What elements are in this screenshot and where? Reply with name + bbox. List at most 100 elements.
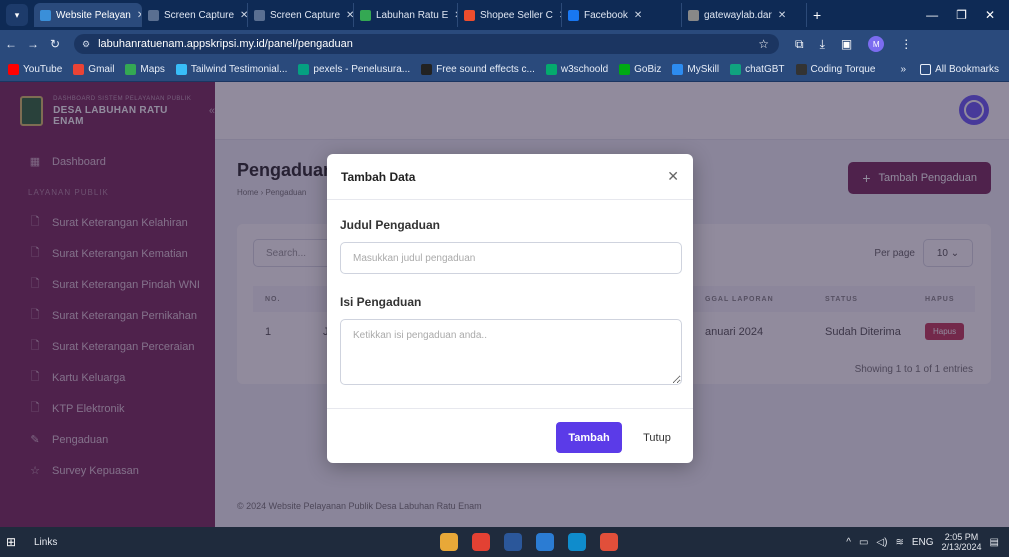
volume-icon[interactable]: ◁) [876,537,887,548]
browser-tab[interactable]: Screen Capture ✕ [142,3,248,27]
tab-title: Screen Capture [164,9,235,21]
sidepanel-icon[interactable]: ▣ [841,37,852,51]
clock-time: 2:05 PM [944,532,979,542]
back-icon[interactable]: ← [0,37,22,51]
close-icon[interactable]: ✕ [667,168,679,185]
modal-title: Tambah Data [341,169,416,184]
tab-title: Labuhan Ratu E [376,9,449,21]
bookmark-label: MySkill [687,64,720,75]
bookmark-label: pexels - Penelusura... [313,64,411,75]
taskbar-app-icon[interactable] [600,533,618,551]
tab-close-icon[interactable]: ✕ [778,10,786,21]
bookmark-item[interactable]: chatGBT [730,64,785,75]
menu-kebab-icon[interactable]: ⋮ [900,37,912,51]
minimize-icon[interactable]: — [926,8,938,22]
battery-icon[interactable]: ▭ [859,537,868,548]
bookmark-item[interactable]: GoBiz [619,64,661,75]
notification-icon[interactable]: ▤ [990,537,999,548]
cancel-button[interactable]: Tutup [637,422,677,453]
tab-favicon-icon [688,9,699,21]
extensions-icon[interactable]: ⧉ [795,37,804,52]
title-field-label: Judul Pengaduan [340,218,441,232]
bookmark-favicon-icon [672,64,684,75]
bookmark-item[interactable]: YouTube [8,64,62,75]
browser-tab[interactable]: gatewaylab.dar ✕ [682,3,807,27]
taskbar-app-icon[interactable] [504,533,522,551]
bookmark-item[interactable]: Free sound effects c... [421,64,535,75]
tab-title: gatewaylab.dar [704,9,772,21]
taskbar-app-icon[interactable] [536,533,554,551]
submit-button[interactable]: Tambah [556,422,622,453]
tab-favicon-icon [254,9,265,21]
modal-footer: Tambah Tutup [327,408,693,463]
address-bar-row: ← → ↻ ⚙ labuhanratuenam.appskripsi.my.id… [0,30,1009,58]
url-field[interactable]: ⚙ labuhanratuenam.appskripsi.my.id/panel… [74,34,779,54]
bookmark-item[interactable]: pexels - Penelusura... [298,64,410,75]
language-indicator[interactable]: ENG [912,537,934,548]
bookmark-favicon-icon [795,64,807,75]
bookmark-favicon-icon [175,64,187,75]
bookmark-item[interactable]: Maps [125,64,165,75]
bookmark-label: Maps [140,64,165,75]
bookmark-favicon-icon [545,64,557,75]
bookmark-label: Tailwind Testimonial... [190,64,288,75]
browser-tab[interactable]: Shopee Seller C✕ [458,3,562,27]
tab-favicon-icon [40,9,51,21]
tab-favicon-icon [148,9,159,21]
links-toolbar[interactable]: Links [34,537,57,548]
new-tab-button[interactable]: + [813,7,821,23]
bookmarks-bar: YouTube Gmail Maps Tailwind Testimonial... p… [0,58,1009,82]
bookmark-label: GoBiz [634,64,662,75]
tray-chevron-icon[interactable]: ^ [846,537,851,548]
download-icon[interactable]: ⤓ [820,37,825,52]
all-bookmarks-button[interactable]: All Bookmarks [920,64,999,75]
tab-close-icon[interactable]: ✕ [240,10,247,21]
bookmark-item[interactable]: Coding Torque [795,64,876,75]
taskbar-app-icon[interactable] [440,533,458,551]
tab-close-icon[interactable]: ✕ [634,10,642,21]
site-info-icon[interactable]: ⚙ [82,39,90,50]
bookmark-star-icon[interactable]: ☆ [758,37,769,51]
bookmark-label: YouTube [23,64,63,75]
complaint-content-textarea[interactable] [340,319,682,385]
add-data-modal: Tambah Data ✕ Judul Pengaduan Isi Pengad… [327,154,693,463]
bookmark-favicon-icon [421,64,433,75]
tab-title: Screen Capture [270,9,341,21]
browser-tab[interactable]: Facebook ✕ [562,3,682,27]
tab-search-button[interactable]: ▾ [6,4,28,26]
profile-avatar[interactable]: M [868,36,885,52]
bookmark-favicon-icon [125,64,137,75]
bookmark-favicon-icon [73,64,85,75]
bookmark-favicon-icon [619,64,631,75]
reload-icon[interactable]: ↻ [44,37,66,51]
bookmark-item[interactable]: Tailwind Testimonial... [175,64,288,75]
complaint-title-input[interactable] [340,242,682,274]
modal-header: Tambah Data ✕ [327,154,693,200]
bookmark-item[interactable]: MySkill [672,64,719,75]
clock[interactable]: 2:05 PM 2/13/2024 [942,532,982,552]
bookmark-favicon-icon [298,64,310,75]
taskbar-app-icon[interactable] [472,533,490,551]
folder-icon [920,64,932,75]
browser-tab[interactable]: Website Pelayan✕ [34,3,142,27]
tab-close-icon[interactable]: ✕ [346,10,353,21]
content-field-label: Isi Pengaduan [340,295,422,309]
clock-date: 2/13/2024 [941,542,982,552]
url-text: labuhanratuenam.appskripsi.my.id/panel/p… [98,38,353,50]
bookmarks-overflow-icon[interactable]: » [901,64,907,75]
windows-start-icon[interactable]: ⊞ [6,535,32,549]
restore-icon[interactable]: ❐ [956,8,967,22]
tab-favicon-icon [464,9,475,21]
bookmark-item[interactable]: w3schoold [545,64,608,75]
browser-tab[interactable]: Screen Capture ✕ [248,3,354,27]
window-controls: — ❐ ✕ [926,8,1009,22]
bookmark-label: Coding Torque [810,64,876,75]
forward-icon[interactable]: → [22,37,44,51]
browser-tab[interactable]: Labuhan Ratu E✕ [354,3,458,27]
close-window-icon[interactable]: ✕ [985,8,995,22]
taskbar-app-icon[interactable] [568,533,586,551]
bookmark-item[interactable]: Gmail [73,64,114,75]
browser-tab-strip: ▾ Website Pelayan✕Screen Capture✕Screen … [0,0,1009,30]
tab-title: Facebook [584,9,628,21]
wifi-icon[interactable]: ≋ [895,537,903,548]
